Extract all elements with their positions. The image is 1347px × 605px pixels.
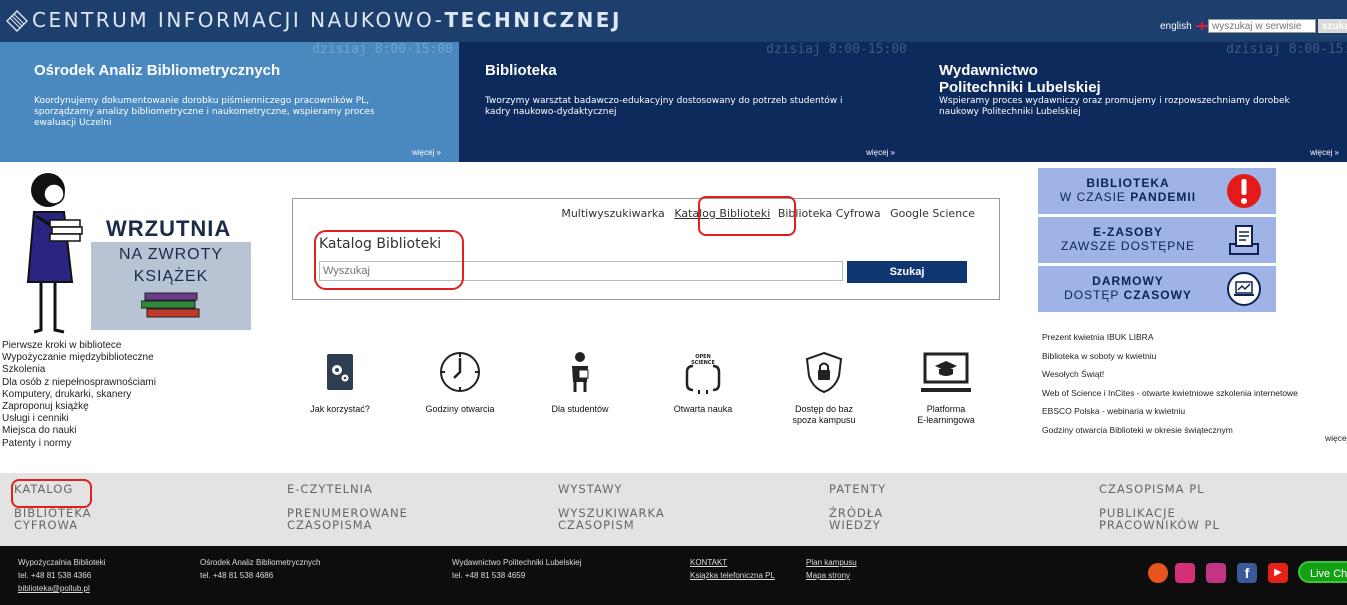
site-search-input[interactable] [1208,19,1316,33]
news-item[interactable]: Godziny otwarcia Biblioteki w okresie św… [1042,421,1298,440]
shield-lock-icon [805,351,843,394]
left-link[interactable]: Zaproponuj książkę [2,401,156,413]
banner-desc: Tworzymy warsztat badawczo-edukacyjny do… [485,96,843,117]
left-links-list: Pierwsze kroki w bibliotece Wypożyczanie… [2,340,156,450]
social-facebook-icon[interactable]: f [1237,563,1257,583]
tab-multisearch[interactable]: Multiwyszukiwarka [561,207,664,220]
banner-desc: Koordynujemy dokumentowanie dorobku piśm… [34,96,375,128]
tab-google-science[interactable]: Google Science [890,207,975,220]
contact-link[interactable]: KONTAKT [690,556,775,569]
left-link[interactable]: Usługi i cenniki [2,413,156,425]
menu-digital-library[interactable]: BIBLIOTEKA CYFROWA [14,507,92,531]
menu-subscribed-journals[interactable]: PRENUMEROWANE CZASOPISMA [287,507,408,531]
books-stack-icon [141,292,200,318]
banner-library[interactable]: dzisiaj 8:00-15:00 Biblioteka Tworzymy w… [459,42,913,162]
news-item[interactable]: EBSCO Polska - webinaria w kwietniu [1042,402,1298,421]
live-chat-button[interactable]: Live Chat [1298,561,1347,583]
banner-title: Ośrodek Analiz Bibliometrycznych [34,62,281,79]
sitemap-link[interactable]: Mapa strony [806,569,857,582]
icon-offcampus-access[interactable]: Dostęp do baz spoza kampusu [774,350,874,426]
catalog-search-button[interactable]: Szukaj [847,261,967,283]
laptop-chart-icon [1227,272,1261,306]
news-more-link[interactable]: więcej [1325,433,1347,443]
news-item[interactable]: Biblioteka w soboty w kwietniu [1042,347,1298,366]
left-link[interactable]: Patenty i normy [2,438,156,450]
icon-how-to-use[interactable]: Jak korzystać? [290,350,390,415]
social-owl-icon[interactable] [1148,563,1168,583]
highlight-catalog-input [314,230,464,290]
campus-map-link[interactable]: Plan kampusu [806,556,857,569]
banner-hours: dzisiaj 8:00-15:00 [766,42,907,57]
social-youtube-icon[interactable]: ▶ [1268,563,1288,583]
ebook-icon [1229,225,1259,255]
icon-elearning-platform[interactable]: Platforma E-learningowa [896,350,996,426]
clock-icon [440,352,480,392]
banner-more-link[interactable]: więcej » [1310,148,1339,157]
logo-icon [6,10,28,32]
icon-for-students[interactable]: Dla studentów [530,350,630,415]
banner-hours: dzisiaj 8:00-15:00 [312,42,453,57]
site-header: CENTRUM INFORMACJI NAUKOWO-TECHNICZNEJ e… [0,0,1347,42]
menu-exhibitions[interactable]: WYSTAWY [558,483,665,495]
student-icon [572,352,589,392]
wrzutnia-title: WRZUTNIA [106,216,232,241]
banner-publishing[interactable]: dzisiaj 8:00-15:00 WydawnictwoPolitechni… [913,42,1347,162]
banner-library-pandemic[interactable]: BIBLIOTEKA W CZASIE PANDEMII [1038,168,1276,214]
banner-more-link[interactable]: więcej » [412,148,441,157]
news-list: Prezent kwietnia IBUK LIBRA Biblioteka w… [1042,328,1298,439]
left-link[interactable]: Pierwsze kroki w bibliotece [2,340,156,352]
banner-eresources[interactable]: E-ZASOBY ZAWSZE DOSTĘPNE [1038,217,1276,263]
language-switch[interactable]: english [1160,21,1209,32]
banner-hours: dzisiaj 8:00-15:00 [1226,42,1347,57]
book-gear-icon [327,354,353,390]
left-link[interactable]: Miejsca do nauki [2,425,156,437]
open-science-text2: SCIENCE [691,360,715,366]
left-link[interactable]: Wypożyczanie międzybiblioteczne [2,352,156,364]
menu-ereading[interactable]: E-CZYTELNIA [287,483,408,495]
banner-bibliometric[interactable]: dzisiaj 8:00-15:00 Ośrodek Analiz Biblio… [0,42,459,162]
menu-staff-publications[interactable]: PUBLIKACJE PRACOWNIKÓW PL [1099,507,1220,531]
banner-title: Biblioteka [485,62,557,79]
social-mail-icon[interactable] [1175,563,1195,583]
exclamation-icon [1227,174,1261,208]
wrzutnia-subtitle: NA ZWROTY KSIĄŻEK [118,246,224,285]
banner-title: Wydawnictwo Politechniki Lubelskiej [939,62,1101,96]
menu-journal-search[interactable]: WYSZUKIWARKA CZASOPISM [558,507,665,531]
left-link[interactable]: Szkolenia [2,364,156,376]
menu-knowledge-sources[interactable]: ŹRÓDŁA WIEDZY [829,507,886,531]
open-science-icon: OPEN SCIENCE [685,354,721,394]
footer: Wypożyczalnia Biblioteki tel. +48 81 538… [0,546,1347,605]
quick-menu: KATALOG BIBLIOTEKA CYFROWA E-CZYTELNIA PR… [0,473,1347,546]
highlight-catalog-menu [11,479,92,508]
site-title[interactable]: CENTRUM INFORMACJI NAUKOWO-TECHNICZNEJ [32,8,622,32]
banner-free-access[interactable]: DARMOWY DOSTĘP CZASOWY [1038,266,1276,312]
icon-open-science[interactable]: OPEN SCIENCE Otwarta nauka [653,350,753,415]
news-item[interactable]: Prezent kwietnia IBUK LIBRA [1042,328,1298,347]
site-search-button[interactable]: szukaj [1318,19,1347,33]
highlight-catalog-tab [698,196,796,236]
phonebook-link[interactable]: Książka telefoniczna PL [690,569,775,582]
elearning-icon [921,352,971,392]
left-link[interactable]: Dla osób z niepełnosprawnościami [2,377,156,389]
uk-flag-icon [1196,22,1209,31]
banner-more-link[interactable]: więcej » [866,148,895,157]
email-link[interactable]: biblioteka@pollub.pl [18,582,106,595]
menu-patents[interactable]: PATENTY [829,483,886,495]
social-instagram-icon[interactable] [1206,563,1226,583]
left-link[interactable]: Komputery, drukarki, skanery [2,389,156,401]
icon-opening-hours[interactable]: Godziny otwarcia [410,350,510,415]
news-item[interactable]: Wesołych Świąt! [1042,365,1298,384]
banner-desc: Wspieramy proces wydawniczy oraz promuje… [939,96,1290,117]
news-item[interactable]: Web of Science i InCites - otwarte kwiet… [1042,384,1298,403]
menu-journals-pl[interactable]: CZASOPISMA PL [1099,483,1220,495]
